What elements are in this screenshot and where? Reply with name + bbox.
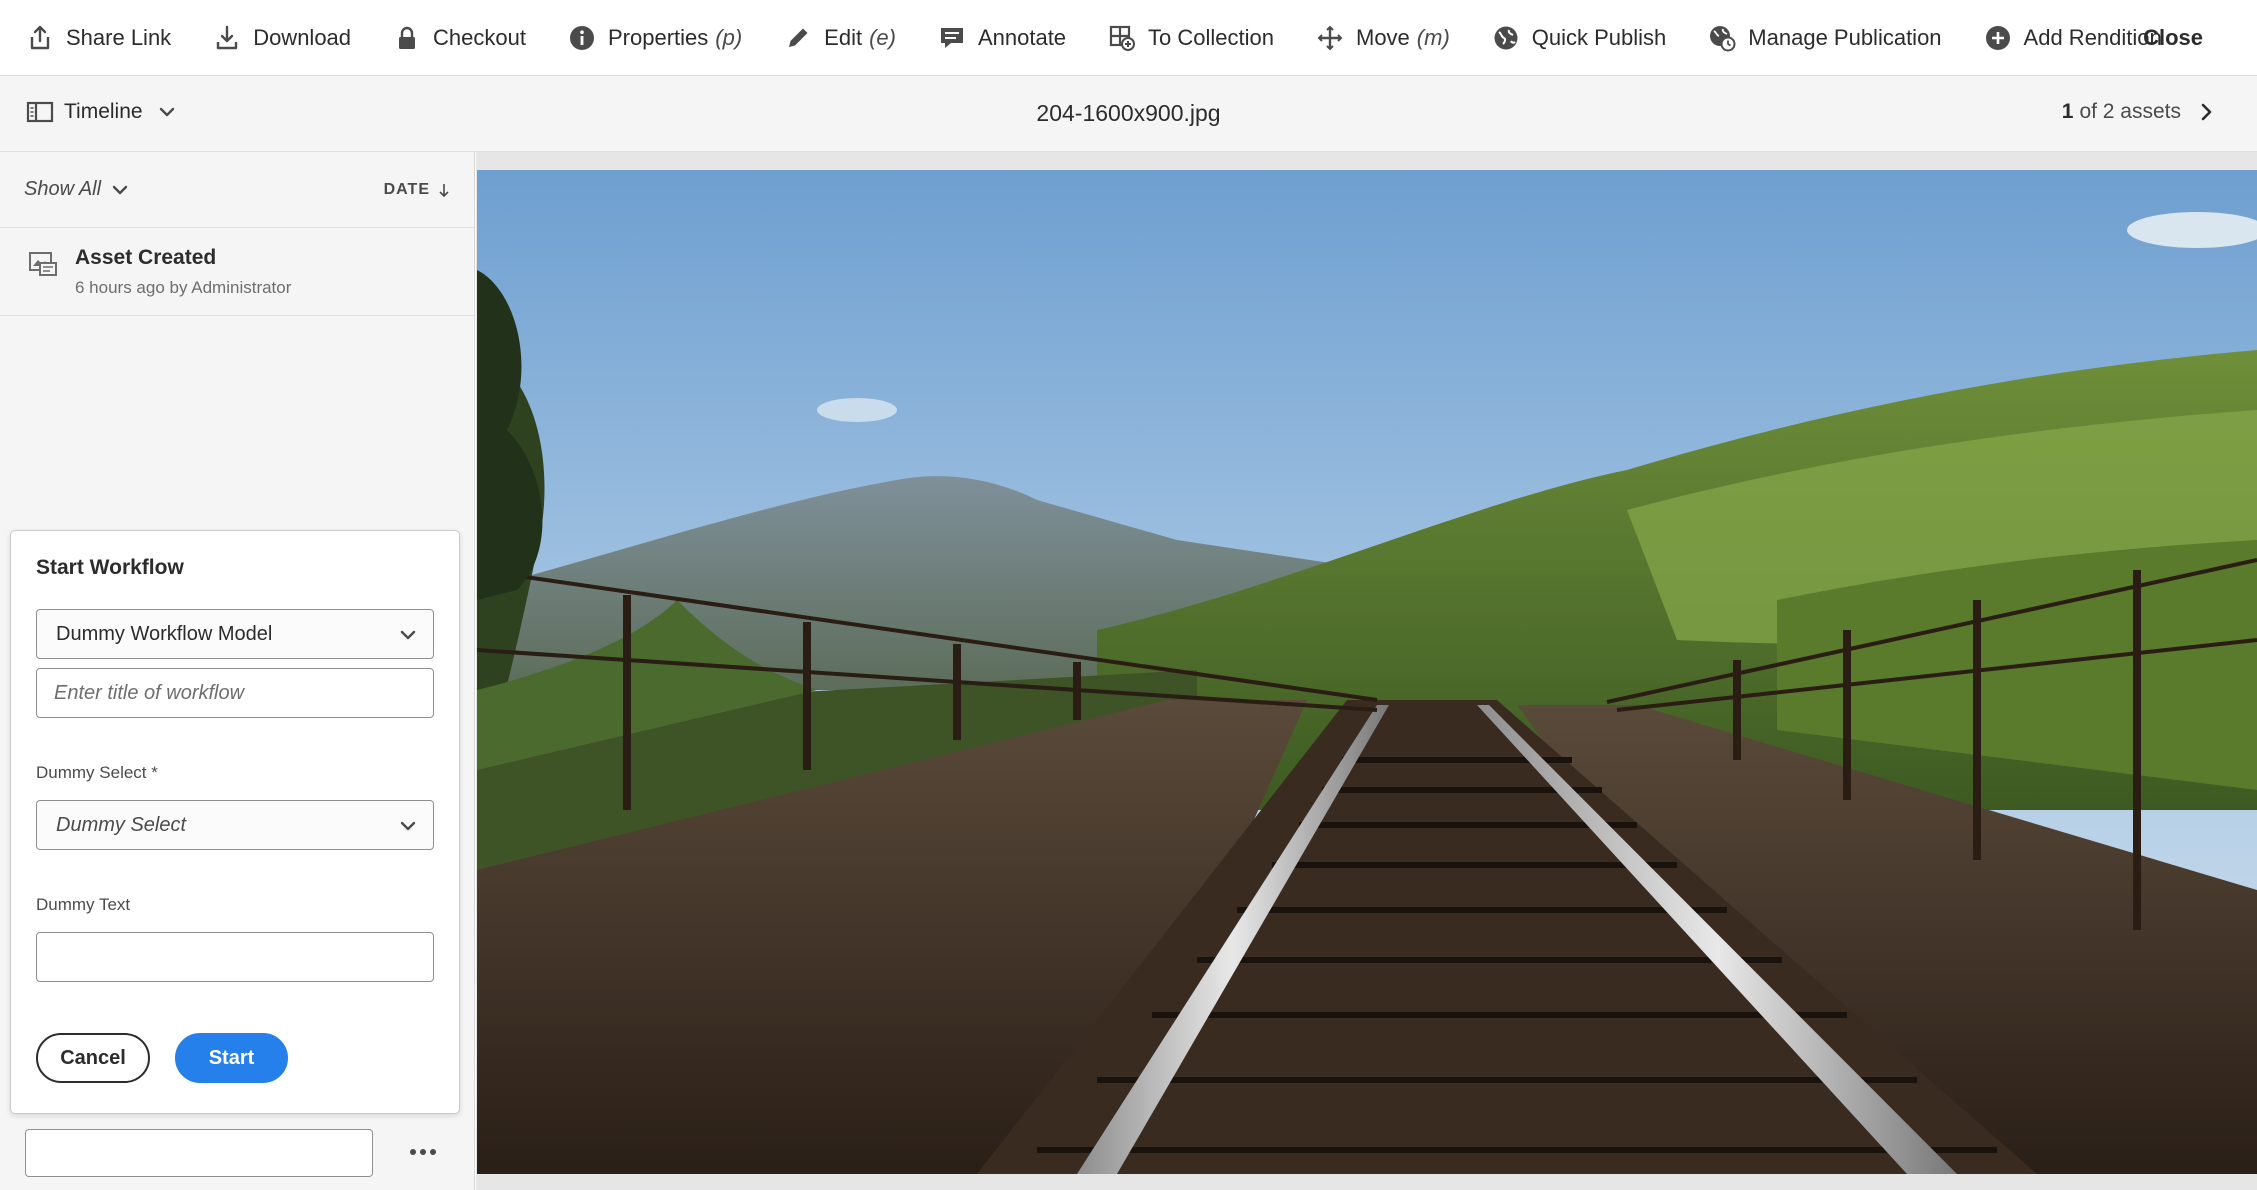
- globe-clock-icon: [1710, 25, 1736, 51]
- annotate-button[interactable]: Annotate: [938, 0, 1066, 76]
- asset-title: 204-1600x900.jpg: [1036, 100, 1221, 126]
- download-icon: [216, 25, 238, 49]
- asset-image: [477, 170, 2257, 1174]
- download-button[interactable]: Download: [213, 0, 351, 76]
- move-label: Move: [1356, 24, 1410, 50]
- download-label: Download: [253, 24, 352, 50]
- share-icon: [30, 25, 50, 49]
- quick-publish-label: Quick Publish: [1531, 24, 1667, 50]
- manage-publication-label: Manage Publication: [1748, 24, 1942, 50]
- chevron-down-icon: [159, 107, 174, 117]
- timeline-header: Show All DATE: [0, 152, 474, 228]
- asset-current-index: 1: [2061, 100, 2074, 123]
- chevron-right-icon[interactable]: [2195, 101, 2217, 123]
- timeline-filter-dropdown[interactable]: Show All: [24, 178, 129, 201]
- share-link-label: Share Link: [66, 24, 172, 50]
- arrow-down-icon: [439, 184, 449, 198]
- asset-preview: [476, 152, 2257, 1190]
- to-collection-label: To Collection: [1148, 24, 1274, 50]
- timeline-filter-label: Show All: [24, 178, 102, 200]
- start-workflow-popover: Start Workflow Dummy Workflow Model Ente…: [10, 530, 460, 1114]
- workflow-model-value: Dummy Workflow Model: [56, 622, 273, 645]
- rail-toggle-icon: [26, 101, 54, 123]
- properties-shortcut: (p): [715, 24, 743, 50]
- collection-add-icon: [1109, 25, 1136, 51]
- lock-icon: [399, 26, 416, 49]
- workflow-model-select[interactable]: Dummy Workflow Model: [36, 609, 434, 659]
- close-button[interactable]: Close: [2143, 0, 2203, 76]
- chevron-down-icon: [400, 630, 416, 640]
- globe-icon: [1494, 26, 1518, 49]
- add-rendition-label: Add Rendition: [2023, 24, 2162, 50]
- comment-input[interactable]: [25, 1129, 373, 1177]
- popover-title: Start Workflow: [36, 556, 184, 579]
- pencil-icon: [789, 28, 808, 47]
- timeline-sort-label: DATE: [383, 181, 430, 198]
- edit-button[interactable]: Edit (e): [784, 0, 896, 76]
- start-button[interactable]: Start: [175, 1033, 288, 1083]
- edit-label: Edit: [824, 24, 863, 50]
- checkout-label: Checkout: [433, 24, 526, 50]
- add-rendition-button[interactable]: Add Rendition: [1984, 0, 2162, 76]
- checkout-button[interactable]: Checkout: [393, 0, 526, 76]
- timeline-rail: Show All DATE Asset Created 6 hours ago …: [0, 152, 475, 1190]
- rail-view-label: Timeline: [64, 100, 143, 123]
- annotate-label: Annotate: [977, 24, 1067, 50]
- manage-publication-button[interactable]: Manage Publication: [1708, 0, 1942, 76]
- to-collection-button[interactable]: To Collection: [1108, 0, 1274, 76]
- properties-button[interactable]: Properties (p): [568, 0, 742, 76]
- move-icon: [1317, 25, 1343, 50]
- move-shortcut: (m): [1416, 24, 1450, 50]
- more-options-icon[interactable]: [408, 1142, 438, 1162]
- share-link-button[interactable]: Share Link: [26, 0, 171, 76]
- chevron-down-icon: [112, 185, 128, 194]
- cancel-button[interactable]: Cancel: [36, 1033, 150, 1083]
- quick-publish-button[interactable]: Quick Publish: [1492, 0, 1667, 76]
- info-icon: [569, 25, 594, 50]
- move-button[interactable]: Move (m): [1316, 0, 1450, 76]
- dummy-select-label: Dummy Select *: [36, 763, 158, 782]
- event-title: Asset Created: [75, 246, 217, 269]
- dummy-text-input[interactable]: [36, 932, 434, 982]
- asset-count-text: of 2 assets: [2079, 100, 2181, 123]
- annotate-icon: [940, 27, 963, 48]
- add-circle-icon: [1985, 25, 2010, 50]
- chevron-down-icon: [400, 821, 416, 831]
- edit-shortcut: (e): [869, 24, 896, 50]
- properties-label: Properties: [607, 24, 709, 50]
- dummy-select-placeholder: Dummy Select: [56, 813, 187, 836]
- action-bar: Share Link Download Checkout Properties …: [0, 0, 2257, 76]
- asset-created-icon: [29, 252, 57, 276]
- workflow-title-placeholder: Enter title of workflow: [54, 681, 245, 704]
- rail-view-selector[interactable]: Timeline: [26, 98, 177, 126]
- workflow-title-input[interactable]: Enter title of workflow: [36, 668, 434, 718]
- asset-pager: 1 of 2 assets: [2062, 100, 2217, 124]
- timeline-sort-button[interactable]: DATE: [384, 181, 452, 199]
- asset-header-bar: Timeline 204-1600x900.jpg 1 of 2 assets: [0, 76, 2257, 152]
- dummy-select[interactable]: Dummy Select: [36, 800, 434, 850]
- event-meta: 6 hours ago by Administrator: [75, 278, 292, 297]
- timeline-event[interactable]: Asset Created 6 hours ago by Administrat…: [0, 228, 474, 316]
- dummy-text-label: Dummy Text: [36, 895, 131, 914]
